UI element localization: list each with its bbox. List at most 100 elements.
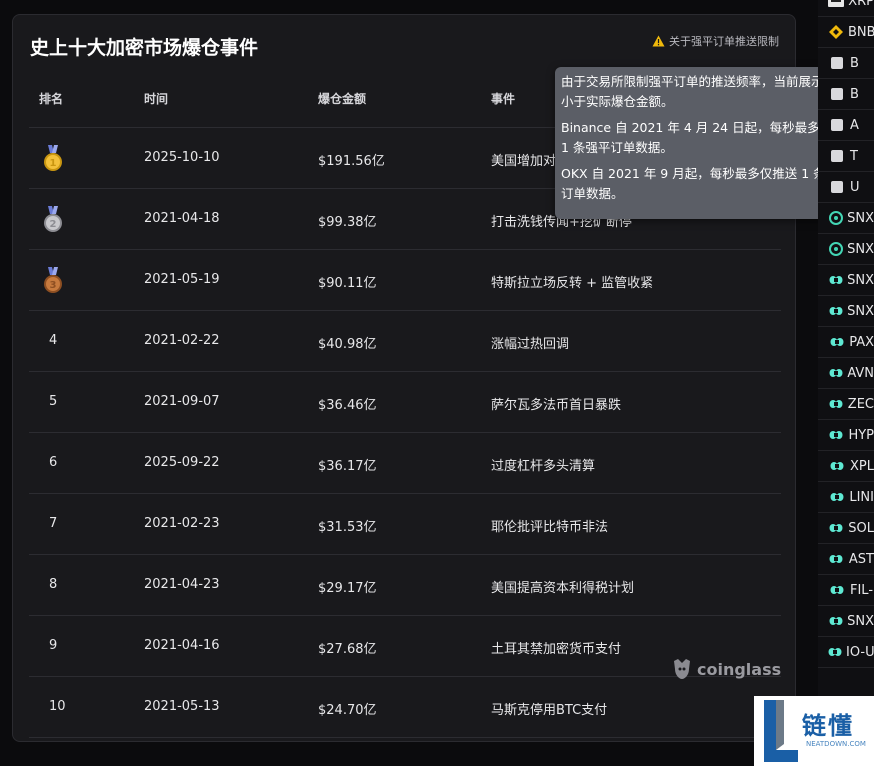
sidebar-coin-item[interactable]: AST: [818, 544, 874, 575]
event-cell: 特斯拉立场反转 + 监管收紧: [491, 276, 654, 291]
sidebar-coin-label: A: [850, 117, 859, 133]
rank-cell: 9: [49, 638, 58, 653]
sidebar-coin-item[interactable]: XPL: [818, 451, 874, 482]
date-cell: 2021-05-19: [144, 272, 220, 287]
hyperliquid-icon: [828, 337, 845, 347]
sidebar-coin-label: T: [850, 148, 858, 164]
amount-cell: $36.17亿: [318, 459, 377, 474]
sidebar-coin-label: SOL: [848, 520, 874, 536]
sidebar-coin-label: SNX: [847, 210, 874, 226]
sidebar-coin-label: HYP: [848, 427, 874, 443]
sidebar-coin-item[interactable]: FIL-: [818, 575, 874, 606]
logo-mark-icon: [764, 700, 798, 762]
rank-cell: 10: [49, 699, 66, 714]
event-cell: 耶伦批评比特币非法: [491, 520, 609, 535]
coinglass-watermark: coinglass: [671, 657, 781, 681]
coin-icon: [828, 87, 846, 101]
amount-cell: $191.56亿: [318, 154, 385, 169]
date-cell: 2025-10-10: [144, 150, 220, 165]
amount-cell: $24.70亿: [318, 703, 377, 718]
event-cell: 萨尔瓦多法币首日暴跌: [491, 398, 622, 413]
hyperliquid-icon: [828, 306, 843, 316]
push-limit-label[interactable]: 关于强平订单推送限制: [669, 33, 779, 49]
hyperliquid-icon: [828, 616, 843, 626]
table-row: 9 2021-04-16 $27.68亿 土耳其禁加密货币支付: [29, 616, 781, 677]
sidebar-coin-item[interactable]: IO-U: [818, 637, 874, 668]
sidebar-coin-item[interactable]: SNX: [818, 606, 874, 637]
table-row: 6 2025-09-22 $36.17亿 过度杠杆多头清算: [29, 433, 781, 494]
table-body: 1 2025-10-10 $191.56亿 美国增加对华关税 2 2021-04-18 $9…: [29, 128, 781, 738]
sidebar-coin-item[interactable]: A: [818, 110, 874, 141]
sidebar-coin-item[interactable]: BNB: [818, 17, 874, 48]
warning-icon: [652, 35, 665, 47]
sidebar-coin-item[interactable]: SOL: [818, 513, 874, 544]
coin-icon: [828, 149, 846, 163]
sidebar-coin-label: SNX: [847, 613, 874, 629]
coin-icon: [828, 56, 846, 70]
amount-cell: $27.68亿: [318, 642, 377, 657]
right-sidebar: XRP BNB B B A T U SNX SNX SNX SNX PAX AVN ZEC HYP XPL LI…: [818, 0, 874, 766]
coinglass-text: coinglass: [697, 659, 782, 679]
header-rank: 排名: [39, 92, 64, 106]
sidebar-coin-label: B: [850, 86, 859, 102]
event-cell: 美国提高资本利得税计划: [491, 581, 635, 596]
sidebar-coin-item[interactable]: SNX: [818, 265, 874, 296]
rank-cell: 4: [49, 333, 58, 348]
sidebar-coin-item[interactable]: HYP: [818, 420, 874, 451]
date-cell: 2021-09-07: [144, 394, 220, 409]
coinglass-logo-icon: [674, 659, 690, 679]
coinglass-icon: [828, 242, 843, 256]
sidebar-coin-item[interactable]: B: [818, 79, 874, 110]
date-cell: 2021-05-13: [144, 699, 220, 714]
gold-medal-icon: 1: [44, 145, 62, 171]
date-cell: 2021-02-22: [144, 333, 220, 348]
rank-medal: 2: [42, 206, 64, 238]
sidebar-coin-item[interactable]: SNX: [818, 203, 874, 234]
silver-medal-icon: 2: [44, 206, 62, 232]
event-cell: 涨幅过热回调: [491, 337, 570, 352]
sidebar-coin-label: SNX: [847, 241, 874, 257]
sidebar-coin-label: SNX: [847, 272, 874, 288]
rank-cell: 8: [49, 577, 58, 592]
sidebar-coin-label: AST: [848, 551, 874, 567]
sidebar-coin-item[interactable]: U: [818, 172, 874, 203]
hyperliquid-icon: [828, 523, 844, 533]
sidebar-coin-label: PAX: [849, 334, 874, 350]
amount-cell: $36.46亿: [318, 398, 377, 413]
sidebar-coin-item[interactable]: AVN: [818, 358, 874, 389]
event-cell: 马斯克停用BTC支付: [491, 703, 608, 718]
sidebar-coin-item[interactable]: B: [818, 48, 874, 79]
amount-cell: $31.53亿: [318, 520, 377, 535]
hyperliquid-icon: [828, 554, 845, 564]
rank-cell: 6: [49, 455, 58, 470]
coin-icon: [828, 118, 846, 132]
sidebar-coin-item[interactable]: PAX: [818, 327, 874, 358]
tooltip-paragraph-1: 由于交易所限制强平订单的推送频率，当前展示的数据小于实际爆仓金额。: [561, 74, 862, 109]
rank-cell: 5: [49, 394, 58, 409]
date-cell: 2021-04-18: [144, 211, 220, 226]
push-limit-link[interactable]: 关于强平订单推送限制: [652, 33, 779, 49]
date-cell: 2021-04-23: [144, 577, 220, 592]
date-cell: 2021-04-16: [144, 638, 220, 653]
hyperliquid-icon: [828, 430, 844, 440]
hyperliquid-icon: [828, 275, 843, 285]
rank-cell: 7: [49, 516, 58, 531]
sidebar-coin-label: IO-U: [846, 644, 874, 660]
sidebar-coin-item[interactable]: T: [818, 141, 874, 172]
medal-rank-number: 1: [50, 158, 57, 169]
sidebar-coin-label: XPL: [850, 458, 874, 474]
sidebar-coin-item[interactable]: SNX: [818, 296, 874, 327]
table-row: 3 2021-05-19 $90.11亿 特斯拉立场反转 + 监管收紧: [29, 250, 781, 311]
sidebar-coin-label: B: [850, 55, 859, 71]
sidebar-coin-item[interactable]: ZEC: [818, 389, 874, 420]
tooltip-paragraph-2: Binance 自 2021 年 4 月 24 日起，每秒最多仅推送 1 条强平…: [561, 120, 858, 155]
sidebar-coin-label: BNB: [848, 24, 874, 40]
sidebar-coin-item[interactable]: XRP: [818, 0, 874, 17]
table-row: 5 2021-09-07 $36.46亿 萨尔瓦多法币首日暴跌: [29, 372, 781, 433]
sidebar-coin-item[interactable]: SNX: [818, 234, 874, 265]
hyperliquid-icon: [828, 368, 843, 378]
header-time: 时间: [144, 92, 169, 106]
sidebar-coin-item[interactable]: LINI: [818, 482, 874, 513]
coin-icon: [828, 180, 846, 194]
date-cell: 2021-02-23: [144, 516, 220, 531]
